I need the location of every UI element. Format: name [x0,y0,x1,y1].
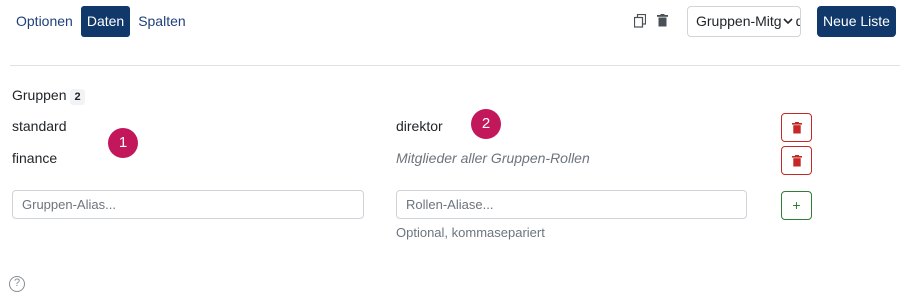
trash-icon [791,121,802,133]
delete-group-button[interactable] [781,146,812,175]
copy-icon[interactable] [634,14,648,30]
group-roles-finance: Mitglieder aller Gruppen-Rollen [396,150,590,166]
tab-bar: Optionen Daten Spalten [10,6,194,37]
groups-section-title: Gruppen 2 [12,87,85,105]
group-alias-input[interactable] [12,190,364,219]
tab-spalten[interactable]: Spalten [132,6,191,37]
trash-icon[interactable] [657,14,671,30]
new-list-button[interactable]: Neue Liste [817,6,896,37]
annotation-marker-1: 1 [108,128,138,158]
annotation-marker-2: 2 [471,109,501,139]
list-type-select[interactable]: Gruppen-Mitglieder [687,6,801,37]
groups-count-badge: 2 [70,89,85,105]
tab-optionen[interactable]: Optionen [10,6,79,37]
trash-icon [791,154,802,166]
group-alias-finance: finance [12,150,58,166]
add-group-button[interactable]: + [781,191,812,220]
role-aliases-help: Optional, kommasepariert [396,225,545,240]
chevron-down-icon [781,7,795,36]
group-roles-standard: direktor [396,118,443,134]
role-aliases-input[interactable] [396,190,747,219]
divider [10,65,900,66]
tab-daten[interactable]: Daten [80,6,131,37]
groups-title: Gruppen [12,87,67,103]
delete-group-button[interactable] [781,113,812,142]
help-icon[interactable]: ? [9,276,25,292]
group-alias-standard: standard [12,118,67,134]
